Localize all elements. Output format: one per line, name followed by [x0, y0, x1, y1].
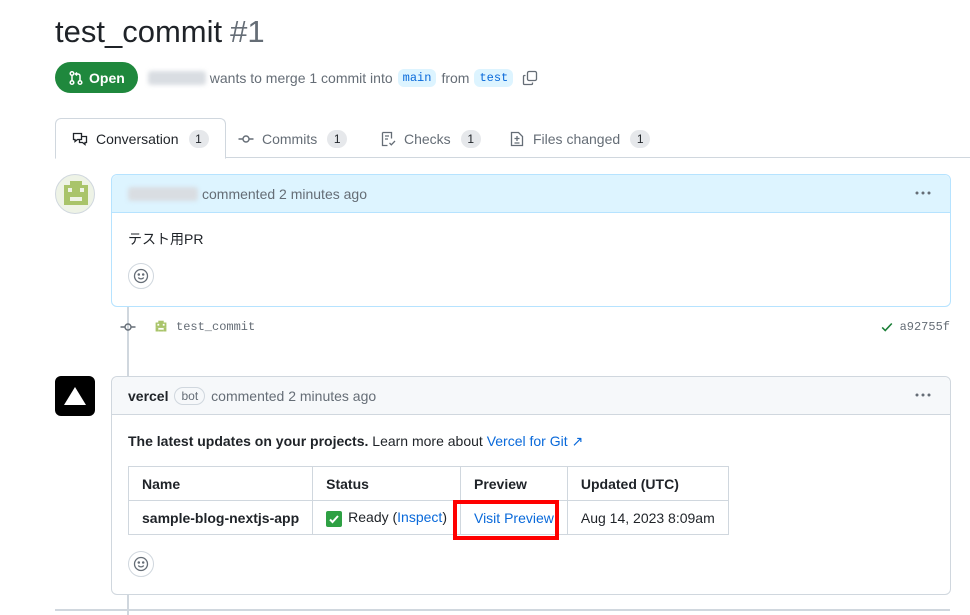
- commit-sha: a92755f: [880, 320, 950, 334]
- tab-files-changed-label: Files changed: [533, 130, 621, 147]
- updated-time: Aug 14, 2023 8:09am: [566, 500, 729, 535]
- smiley-icon: [133, 556, 149, 572]
- column-header-name: Name: [127, 466, 314, 501]
- check-icon[interactable]: [880, 320, 894, 334]
- comment-header: vercel bot commented 2 minutes ago: [112, 377, 950, 415]
- column-header-updated: Updated (UTC): [566, 466, 729, 501]
- table-header-row: Name Status Preview Updated (UTC): [127, 466, 729, 501]
- tab-commits-count: 1: [327, 129, 348, 148]
- intro-bold-text: The latest updates on your projects.: [128, 433, 369, 449]
- intro-text: Learn more about: [372, 433, 483, 449]
- commit-sha-link[interactable]: a92755f: [900, 320, 950, 334]
- status-text: Ready: [348, 508, 389, 525]
- merge-description: wants to merge 1 commit into: [209, 69, 393, 86]
- copy-icon[interactable]: [522, 70, 538, 86]
- avatar[interactable]: [55, 174, 95, 214]
- comment-author-redacted[interactable]: [128, 186, 198, 201]
- inspect-link[interactable]: Inspect: [397, 509, 442, 525]
- tab-files-changed-count: 1: [630, 129, 651, 148]
- comment-timestamp[interactable]: commented 2 minutes ago: [211, 388, 376, 404]
- tab-conversation-count: 1: [188, 129, 209, 148]
- preview-cell: Visit Preview: [459, 500, 568, 535]
- column-header-preview: Preview: [459, 466, 568, 501]
- git-commit-icon: [120, 323, 136, 331]
- tab-checks-count: 1: [460, 129, 481, 148]
- bot-badge: bot: [174, 386, 206, 405]
- check-mark-icon: [326, 510, 343, 527]
- checklist-icon: [381, 131, 396, 146]
- comment-timestamp[interactable]: commented 2 minutes ago: [202, 186, 367, 202]
- project-name: sample-blog-nextjs-app: [127, 500, 314, 535]
- comment-box: vercel bot commented 2 minutes ago The l…: [111, 376, 951, 595]
- vercel-avatar[interactable]: [55, 376, 95, 416]
- visit-preview-link[interactable]: Visit Preview: [474, 510, 554, 526]
- file-diff-icon: [510, 131, 524, 146]
- comment-intro: The latest updates on your projects. Lea…: [128, 433, 934, 450]
- pr-number: #1: [230, 14, 265, 49]
- comment-discussion-icon: [72, 132, 88, 146]
- comment-text: テスト用PR: [128, 231, 204, 247]
- kebab-menu-icon[interactable]: [914, 184, 932, 207]
- status-badge-label: Open: [89, 69, 125, 86]
- head-branch[interactable]: test: [474, 68, 514, 87]
- deployment-table: Name Status Preview Updated (UTC) sample…: [127, 466, 729, 535]
- pull-request-icon: [69, 70, 83, 85]
- smiley-icon: [133, 268, 149, 284]
- tab-commits[interactable]: Commits 1: [238, 118, 348, 159]
- pr-tabs: Conversation 1 Commits 1 Checks 1 Files …: [55, 118, 970, 159]
- tab-conversation[interactable]: Conversation 1: [55, 118, 226, 159]
- pr-meta: Open wants to merge 1 commit into main f…: [55, 62, 538, 93]
- tab-checks[interactable]: Checks 1: [380, 118, 481, 159]
- base-branch[interactable]: main: [397, 68, 437, 87]
- tab-commits-label: Commits: [262, 130, 318, 147]
- comment-body: The latest updates on your projects. Lea…: [112, 415, 950, 593]
- identicon-icon: [64, 181, 88, 205]
- commit-event: test_commit a92755f: [120, 316, 952, 338]
- comment-body: テスト用PR: [112, 213, 950, 305]
- table-row: sample-blog-nextjs-app Ready (Inspect) V…: [127, 500, 729, 535]
- vercel-for-git-link[interactable]: Vercel for Git ↗: [487, 433, 584, 449]
- kebab-menu-icon[interactable]: [914, 386, 932, 409]
- deployment-status: Ready (Inspect): [312, 500, 461, 535]
- tab-files-changed[interactable]: Files changed 1: [509, 118, 651, 159]
- from-label: from: [441, 69, 470, 86]
- commit-message-link[interactable]: test_commit: [176, 320, 255, 334]
- vercel-logo-icon: [64, 387, 86, 405]
- inspect-close-paren: ): [442, 508, 447, 525]
- divider: [55, 609, 950, 611]
- author-name-redacted[interactable]: [147, 70, 206, 85]
- tab-checks-label: Checks: [404, 130, 451, 147]
- pr-title-text: test_commit: [55, 14, 223, 49]
- add-reaction-button[interactable]: [128, 263, 154, 289]
- tab-conversation-label: Conversation: [96, 130, 179, 147]
- column-header-status: Status: [312, 466, 461, 501]
- git-commit-icon: [238, 134, 254, 143]
- comment-box: commented 2 minutes ago テスト用PR: [111, 174, 951, 307]
- pr-title: test_commit #1: [55, 14, 265, 50]
- comment-author[interactable]: vercel: [128, 388, 168, 404]
- status-badge: Open: [55, 62, 138, 93]
- add-reaction-button[interactable]: [128, 551, 154, 577]
- comment-header: commented 2 minutes ago: [112, 175, 950, 213]
- commit-author-avatar[interactable]: [152, 318, 170, 336]
